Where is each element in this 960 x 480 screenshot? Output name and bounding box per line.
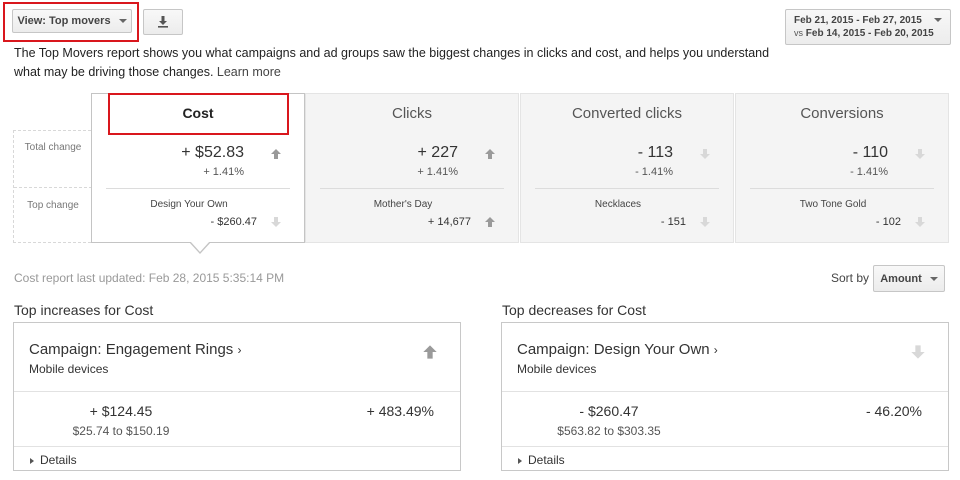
tab-conversions[interactable]: Conversions - 110 - 1.41% Two Tone Gold … <box>735 93 949 243</box>
download-button[interactable] <box>143 9 183 35</box>
device-label: Mobile devices <box>29 362 109 376</box>
expand-triangle-icon <box>518 457 522 464</box>
date-range-selector[interactable]: Feb 21, 2015 - Feb 27, 2015 vs Feb 14, 2… <box>785 9 951 45</box>
campaign-link[interactable]: Campaign: Design Your Own › <box>517 341 718 358</box>
sort-label: Sort by <box>831 271 870 285</box>
arrow-down-icon <box>700 149 710 159</box>
tab-clicks[interactable]: Clicks + 227 + 1.41% Mother's Day + 14,6… <box>305 93 519 243</box>
view-highlight-outline <box>3 2 139 42</box>
arrow-down-icon <box>915 149 925 159</box>
row-label-total: Total change <box>24 142 82 153</box>
report-updated-text: Cost report last updated: Feb 28, 2015 5… <box>14 271 285 285</box>
cost-tab-highlight-outline <box>108 93 289 135</box>
arrow-up-icon <box>485 149 495 159</box>
sort-value: Amount <box>880 272 922 285</box>
download-icon <box>158 16 168 28</box>
tab-title: Conversions <box>800 105 884 122</box>
divider <box>106 188 290 189</box>
increases-section-title: Top increases for Cost <box>14 302 154 318</box>
sort-by-dropdown[interactable]: Amount <box>873 265 945 292</box>
top-change-value: - 151 <box>660 216 686 228</box>
total-change-pct: + 1.41% <box>417 166 458 178</box>
change-range: $563.82 to $303.35 <box>557 424 661 438</box>
change-percent: - 46.20% <box>865 403 922 419</box>
tab-title: Converted clicks <box>571 105 683 122</box>
tab-converted-clicks[interactable]: Converted clicks - 113 - 1.41% Necklaces… <box>520 93 734 243</box>
total-change-pct: - 1.41% <box>635 166 673 178</box>
report-description: The Top Movers report shows you what cam… <box>14 44 794 82</box>
total-change: + 227 <box>417 144 458 161</box>
change-range: $25.74 to $150.19 <box>72 424 170 438</box>
details-label: Details <box>528 453 565 467</box>
active-tab-pointer-fill <box>190 241 210 252</box>
arrow-up-icon <box>423 345 437 359</box>
top-change-name: Mother's Day <box>373 199 433 210</box>
decrease-card: Campaign: Design Your Own › Mobile devic… <box>501 322 949 471</box>
top-change-value: - $260.47 <box>210 216 257 228</box>
change-amount: + $124.45 <box>89 403 153 419</box>
total-change: - 113 <box>637 144 673 161</box>
divider <box>14 187 92 188</box>
arrow-down-icon <box>911 345 925 359</box>
top-change-name: Necklaces <box>594 199 642 210</box>
compare-range: Feb 14, 2015 - Feb 20, 2015 <box>805 28 934 39</box>
total-change: + $52.83 <box>181 144 244 161</box>
top-change-value: + 14,677 <box>427 216 471 228</box>
expand-triangle-icon <box>30 457 34 464</box>
increase-card: Campaign: Engagement Rings › Mobile devi… <box>13 322 461 471</box>
total-change-pct: - 1.41% <box>850 166 888 178</box>
row-labels: Total change Top change <box>13 130 92 243</box>
arrow-down-icon <box>271 217 281 227</box>
arrow-up-icon <box>485 217 495 227</box>
divider <box>502 391 948 392</box>
arrow-down-icon <box>915 217 925 227</box>
top-change-value: - 102 <box>875 216 901 228</box>
change-percent: + 483.49% <box>366 403 434 419</box>
details-toggle[interactable]: Details <box>518 453 565 467</box>
divider <box>502 446 948 447</box>
chevron-right-icon: › <box>237 343 242 357</box>
details-label: Details <box>40 453 77 467</box>
arrow-down-icon <box>700 217 710 227</box>
chevron-down-icon <box>929 276 938 281</box>
learn-more-link[interactable]: Learn more <box>217 65 281 79</box>
total-change: - 110 <box>852 144 888 161</box>
campaign-name: Campaign: Engagement Rings <box>29 341 234 358</box>
campaign-link[interactable]: Campaign: Engagement Rings › <box>29 341 241 358</box>
arrow-up-icon <box>271 149 281 159</box>
divider <box>320 188 504 189</box>
total-change-pct: + 1.41% <box>203 166 244 178</box>
divider <box>14 446 460 447</box>
chevron-down-icon <box>934 18 942 22</box>
top-change-name: Design Your Own <box>150 199 228 210</box>
chevron-right-icon: › <box>713 343 718 357</box>
device-label: Mobile devices <box>517 362 597 376</box>
details-toggle[interactable]: Details <box>30 453 77 467</box>
campaign-name: Campaign: Design Your Own <box>517 341 710 358</box>
change-amount: - $260.47 <box>579 403 639 419</box>
divider <box>535 188 719 189</box>
top-change-name: Two Tone Gold <box>799 199 867 210</box>
description-text: The Top Movers report shows you what cam… <box>14 46 770 79</box>
divider <box>14 391 460 392</box>
compare-prefix: vs <box>794 28 803 38</box>
tab-title: Clicks <box>392 105 432 122</box>
divider <box>750 188 934 189</box>
row-label-top: Top change <box>27 200 79 211</box>
date-range: Feb 21, 2015 - Feb 27, 2015 <box>794 15 922 26</box>
decreases-section-title: Top decreases for Cost <box>502 302 646 318</box>
